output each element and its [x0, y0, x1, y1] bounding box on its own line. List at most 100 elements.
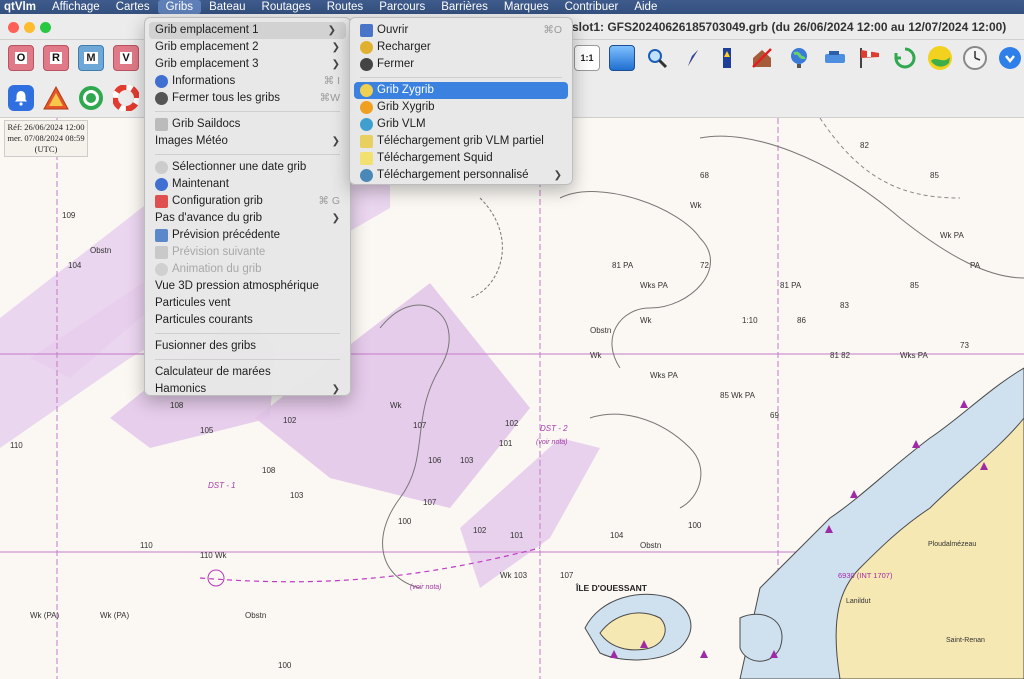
menu-cartes[interactable]: Cartes [108, 0, 158, 14]
download-circle-icon[interactable] [997, 45, 1023, 71]
windsock-icon[interactable] [857, 45, 883, 71]
menu-marques[interactable]: Marques [496, 0, 557, 14]
layer-v-button[interactable]: V [113, 45, 139, 71]
fit-view-icon[interactable] [609, 45, 635, 71]
gribs-menu: Grib emplacement 1 ❯ Grib emplacement 2 ❯ … [144, 17, 351, 396]
custom-download-item[interactable]: Téléchargement personnalisé ❯ [350, 167, 572, 184]
lifebuoy-icon[interactable] [113, 85, 139, 111]
menu-separator [155, 111, 340, 112]
zoom-1-1-icon[interactable]: 1:1 [574, 45, 600, 71]
grib-slot2-label: Grib emplacement 2 [155, 41, 259, 53]
harmonics-item[interactable]: Hamonics ❯ [145, 381, 350, 398]
menu-barrieres[interactable]: Barrières [433, 0, 496, 14]
clock-icon[interactable] [962, 45, 988, 71]
merge-gribs-item[interactable]: Fusionner des gribs [145, 338, 350, 355]
layer-o-button[interactable]: O [8, 45, 34, 71]
chevron-right-icon: ❯ [331, 59, 340, 70]
ref-date-line: Réf: 26/06/2024 12:00 [7, 122, 85, 132]
vlm-globe-icon [360, 118, 373, 131]
dst2-note-label: (voir nota) [536, 439, 568, 446]
globe-icon[interactable] [786, 45, 812, 71]
open-grib-item[interactable]: Ouvrir ⌘O [350, 22, 572, 39]
menu-gribs[interactable]: Gribs [157, 0, 202, 14]
reload-grib-label: Recharger [377, 41, 431, 53]
current-particles-item[interactable]: Particules courants [145, 312, 350, 329]
menu-bateau[interactable]: Bateau [201, 0, 253, 14]
barometer-icon[interactable] [714, 45, 740, 71]
svg-text:Wk 103: Wk 103 [500, 571, 528, 580]
next-forecast-item[interactable]: Prévision suivante [145, 244, 350, 261]
svg-text:Obstn: Obstn [590, 326, 611, 335]
layer-m-button[interactable]: M [78, 45, 104, 71]
close-all-gribs-item[interactable]: Fermer tous les gribs ⌘W [145, 90, 350, 107]
svg-text:85: 85 [930, 171, 939, 180]
chevron-right-icon: ❯ [327, 25, 336, 36]
squid-download-item[interactable]: Téléchargement Squid [350, 150, 572, 167]
reload-icon [360, 41, 373, 54]
svg-text:85: 85 [910, 281, 919, 290]
minimize-window-button[interactable] [24, 22, 35, 33]
reload-grib-item[interactable]: Recharger [350, 39, 572, 56]
menu-separator [360, 77, 562, 78]
zoom-window-button[interactable] [40, 22, 51, 33]
grib-zygrib-item[interactable]: Grib Zygrib [354, 82, 568, 99]
tide-calculator-item[interactable]: Calculateur de marées [145, 364, 350, 381]
grib-xygrib-item[interactable]: Grib Xygrib [350, 99, 572, 116]
menu-qtvlm[interactable]: qtVlm [0, 0, 44, 14]
svg-text:110 Wk: 110 Wk [200, 551, 228, 560]
select-grib-date-item[interactable]: Sélectionner une date grib [145, 159, 350, 176]
home-crossed-icon[interactable] [749, 45, 775, 71]
current-particles-label: Particules courants [155, 314, 253, 326]
warning-triangle-icon[interactable] [43, 85, 69, 111]
svg-text:Obstn: Obstn [90, 246, 111, 255]
grib-step-item[interactable]: Pas d'avance du grib ❯ [145, 210, 350, 227]
boat-icon[interactable] [822, 45, 848, 71]
close-circle-icon [360, 58, 373, 71]
menu-routages[interactable]: Routages [254, 0, 319, 14]
layer-r-button[interactable]: R [43, 45, 69, 71]
svg-text:Wk: Wk [390, 401, 403, 410]
menu-routes[interactable]: Routes [319, 0, 371, 14]
weather-globe-icon[interactable] [927, 45, 953, 71]
partial-download-icon [360, 135, 373, 148]
svg-text:Wks PA: Wks PA [650, 371, 679, 380]
now-item[interactable]: Maintenant [145, 176, 350, 193]
wind-particles-item[interactable]: Particules vent [145, 295, 350, 312]
recycle-icon[interactable] [892, 45, 918, 71]
menu-contribuer[interactable]: Contribuer [557, 0, 627, 14]
target-icon[interactable] [78, 85, 104, 111]
svg-text:72: 72 [700, 261, 709, 270]
informations-shortcut: ⌘ I [323, 75, 340, 87]
menu-aide[interactable]: Aide [626, 0, 665, 14]
grib-slot1-item[interactable]: Grib emplacement 1 ❯ [149, 22, 346, 39]
alarm-bell-icon[interactable] [8, 85, 34, 111]
svg-text:106: 106 [428, 456, 442, 465]
open-grib-shortcut: ⌘O [543, 24, 562, 36]
3d-pressure-item[interactable]: Vue 3D pression atmosphérique [145, 278, 350, 295]
grib-config-shortcut: ⌘ G [318, 195, 340, 207]
informations-item[interactable]: Informations ⌘ I [145, 73, 350, 90]
grib-step-label: Pas d'avance du grib [155, 212, 263, 224]
grib-vlm-item[interactable]: Grib VLM [350, 116, 572, 133]
wind-particles-label: Particules vent [155, 297, 231, 309]
grib-config-item[interactable]: Configuration grib ⌘ G [145, 193, 350, 210]
magnifier-icon[interactable] [644, 45, 670, 71]
open-grib-label: Ouvrir [377, 24, 409, 36]
svg-text:108: 108 [170, 401, 184, 410]
menu-affichage[interactable]: Affichage [44, 0, 108, 14]
arrow-right-icon [155, 246, 168, 259]
grib-animation-item[interactable]: Animation du grib [145, 261, 350, 278]
close-window-button[interactable] [8, 22, 19, 33]
grib-slot3-item[interactable]: Grib emplacement 3 ❯ [145, 56, 350, 73]
grib-slot2-item[interactable]: Grib emplacement 2 ❯ [145, 39, 350, 56]
grib-saildocs-item[interactable]: Grib Saildocs [145, 116, 350, 133]
close-grib-item[interactable]: Fermer [350, 56, 572, 73]
layer-m-label: M [84, 52, 98, 64]
window-title: slot1: GFS20240626185703049.grb (du 26/0… [572, 20, 1007, 34]
partial-vlm-download-item[interactable]: Téléchargement grib VLM partiel [350, 133, 572, 150]
previous-forecast-item[interactable]: Prévision précédente [145, 227, 350, 244]
menu-parcours[interactable]: Parcours [371, 0, 433, 14]
compass-icon[interactable] [679, 45, 705, 71]
now-clock-icon [155, 178, 168, 191]
images-meteo-item[interactable]: Images Météo ❯ [145, 133, 350, 150]
